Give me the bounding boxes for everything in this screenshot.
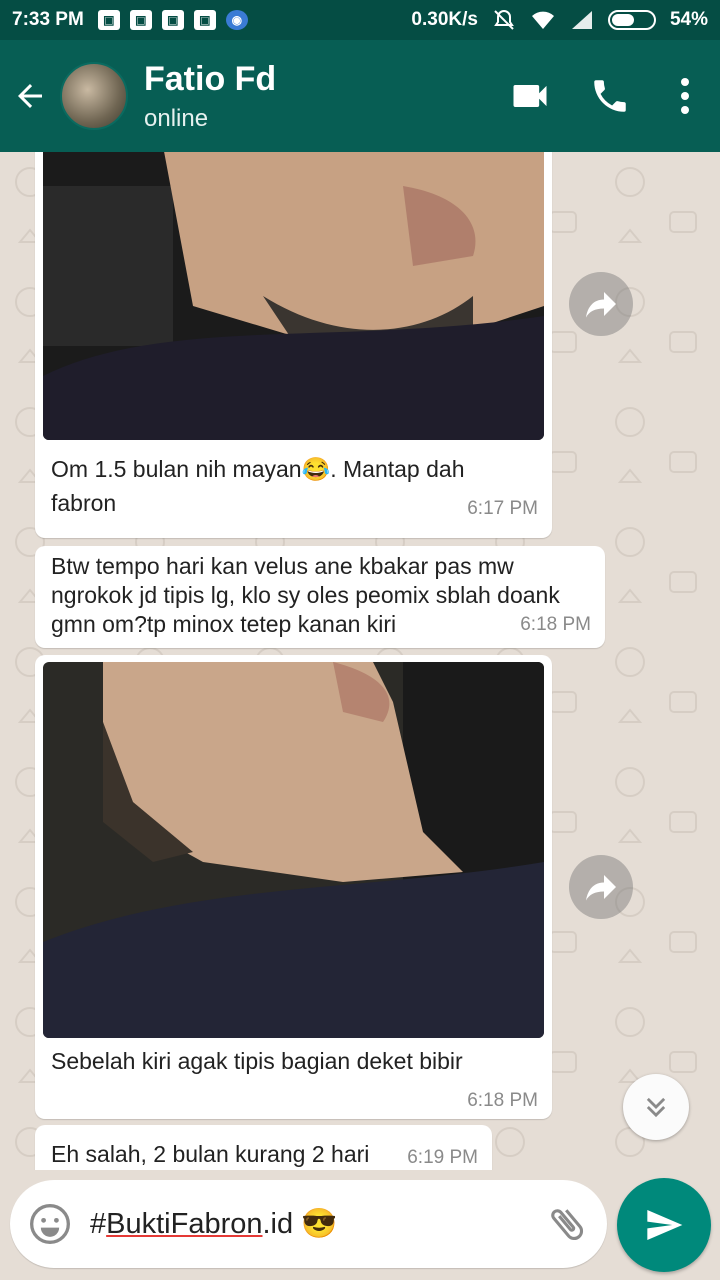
message-bubble-image[interactable]: Sebelah kiri agak tipis bagian deket bib… — [35, 655, 552, 1119]
send-button[interactable] — [617, 1178, 711, 1272]
message-input[interactable]: #BuktiFabron.id 😎 — [90, 1207, 527, 1241]
signal-icon — [571, 11, 592, 29]
message-bubble-text[interactable]: Btw tempo hari kan velus ane kbakar pas … — [35, 546, 605, 648]
back-arrow-icon — [18, 84, 42, 108]
message-time: 6:17 PM — [467, 498, 538, 519]
input-emoji: 😎 — [301, 1208, 338, 1240]
message-composer: #BuktiFabron.id 😎 — [10, 1180, 607, 1268]
status-bar: 7:33 PM ▣ ▣ ▣ ▣ ◉ 0.30K/s 54% — [0, 0, 720, 40]
battery-icon — [607, 10, 656, 30]
send-icon — [647, 1210, 683, 1240]
contact-status: online — [144, 104, 209, 132]
voice-call-button[interactable] — [570, 75, 650, 117]
contact-info[interactable]: Fatio Fd online — [144, 60, 490, 133]
attach-icon — [551, 1209, 584, 1241]
message-bubble-text[interactable]: Eh salah, 2 bulan kurang 2 hari 6:19 PM — [35, 1125, 492, 1170]
input-suffix: .id — [262, 1208, 294, 1240]
emoji-button[interactable] — [10, 1202, 90, 1246]
message-text: Om 1.5 bulan nih mayan😂. Mantap dah fabr… — [51, 456, 465, 516]
chat-area[interactable]: Om 1.5 bulan nih mayan😂. Mantap dah fabr… — [0, 152, 720, 1170]
more-options-button[interactable] — [650, 76, 720, 116]
forward-button[interactable] — [569, 272, 633, 336]
net-speed: 0.30K/s — [411, 9, 478, 30]
attach-button[interactable] — [527, 1202, 607, 1246]
contact-name: Fatio Fd — [144, 59, 277, 98]
message-time: 6:18 PM — [467, 1090, 538, 1111]
wifi-icon — [531, 11, 554, 29]
bbm-notification-icon: ▣ — [161, 10, 184, 30]
message-text: Eh salah, 2 bulan kurang 2 hari — [51, 1141, 370, 1167]
message-text: Sebelah kiri agak tipis bagian deket bib… — [51, 1048, 463, 1074]
video-call-icon — [513, 85, 547, 107]
scroll-to-bottom-button[interactable] — [623, 1074, 689, 1140]
more-vert-icon — [681, 78, 689, 114]
avatar[interactable] — [60, 62, 128, 130]
forward-icon — [586, 875, 616, 901]
chat-header: Fatio Fd online — [0, 40, 720, 152]
message-time: 6:19 PM — [407, 1147, 478, 1168]
photo-content — [43, 152, 544, 440]
message-photo[interactable] — [43, 662, 544, 1038]
messenger-notification-icon: ◉ — [225, 10, 248, 30]
forward-icon — [586, 292, 616, 318]
back-button[interactable] — [0, 78, 60, 114]
chevron-down-icon — [646, 1097, 666, 1118]
input-hashtag: BuktiFabron — [106, 1208, 263, 1240]
battery-percent: 54% — [669, 9, 708, 30]
status-time: 7:33 PM — [12, 9, 84, 30]
message-time: 6:18 PM — [514, 614, 591, 636]
message-photo[interactable] — [43, 152, 544, 440]
message-bubble-image[interactable]: Om 1.5 bulan nih mayan😂. Mantap dah fabr… — [35, 152, 552, 538]
bbm-notification-icon: ▣ — [193, 10, 216, 30]
bbm-notification-icon: ▣ — [129, 10, 152, 30]
mute-icon — [494, 9, 514, 30]
input-hash: # — [90, 1208, 107, 1240]
forward-button[interactable] — [569, 855, 633, 919]
emoji-icon — [30, 1204, 70, 1244]
video-call-button[interactable] — [490, 74, 570, 118]
photo-content — [43, 662, 544, 1038]
phone-icon — [594, 80, 626, 112]
bbm-notification-icon: ▣ — [97, 10, 120, 30]
